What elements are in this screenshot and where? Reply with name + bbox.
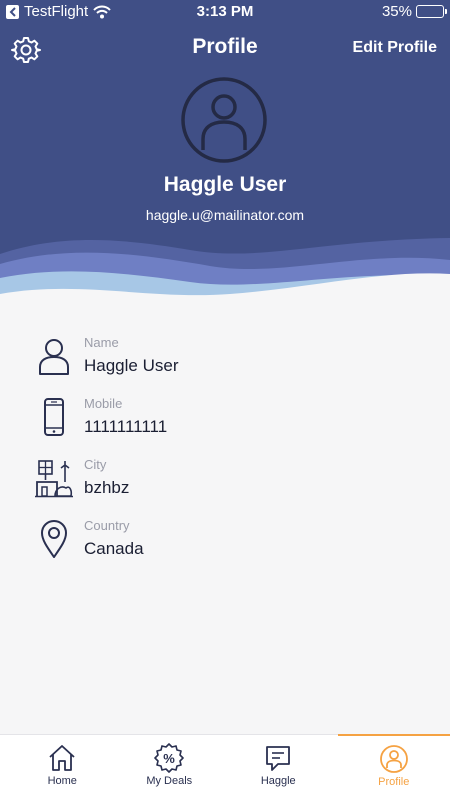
info-value: Haggle User	[84, 356, 179, 375]
battery-percent: 35%	[381, 3, 412, 20]
profile-name: Haggle User	[163, 173, 287, 196]
mobile-phone-icon	[44, 398, 64, 436]
header-waves	[0, 238, 450, 310]
location-pin-icon	[41, 520, 67, 558]
tab-label: My Deals	[146, 775, 193, 787]
battery-status: 35%	[381, 3, 447, 20]
tab-bar: Home % My Deals Haggle Profile	[0, 734, 450, 800]
battery-icon	[416, 5, 447, 18]
edit-profile-button[interactable]: Edit Profile	[353, 39, 437, 57]
tab-home[interactable]: Home	[6, 735, 119, 800]
info-value: Canada	[84, 539, 144, 558]
profile-icon	[379, 745, 408, 773]
info-row-country: Country Canada	[0, 513, 450, 569]
info-row-city: City bzhbz	[0, 452, 450, 508]
gear-icon[interactable]	[11, 35, 41, 65]
chat-icon	[266, 746, 290, 771]
info-value: bzhbz	[84, 478, 130, 497]
svg-text:%: %	[163, 751, 175, 766]
city-icon	[35, 460, 73, 498]
person-icon	[39, 339, 69, 375]
tab-profile[interactable]: Profile	[337, 734, 450, 800]
info-label: Mobile	[84, 396, 123, 411]
tab-label: Profile	[378, 776, 410, 788]
percent-badge-icon: %	[154, 743, 184, 773]
info-value: 1111111111	[84, 417, 168, 436]
home-icon	[49, 745, 75, 771]
tab-label: Home	[47, 775, 77, 787]
info-label: Country	[84, 518, 130, 533]
info-row-name: Name Haggle User	[0, 330, 450, 386]
info-label: City	[84, 457, 107, 472]
info-label: Name	[84, 335, 119, 350]
tab-label: Haggle	[260, 775, 296, 787]
profile-header: TestFlight 3:13 PM 35% Profile Edit Prof…	[0, 0, 450, 310]
tab-my-deals[interactable]: % My Deals	[113, 735, 226, 800]
tab-haggle[interactable]: Haggle	[222, 735, 335, 800]
info-row-mobile: Mobile 1111111111	[0, 391, 450, 447]
profile-email: haggle.u@mailinator.com	[145, 207, 305, 223]
status-bar: TestFlight 3:13 PM 35%	[0, 0, 450, 24]
user-avatar-icon[interactable]	[180, 76, 268, 164]
